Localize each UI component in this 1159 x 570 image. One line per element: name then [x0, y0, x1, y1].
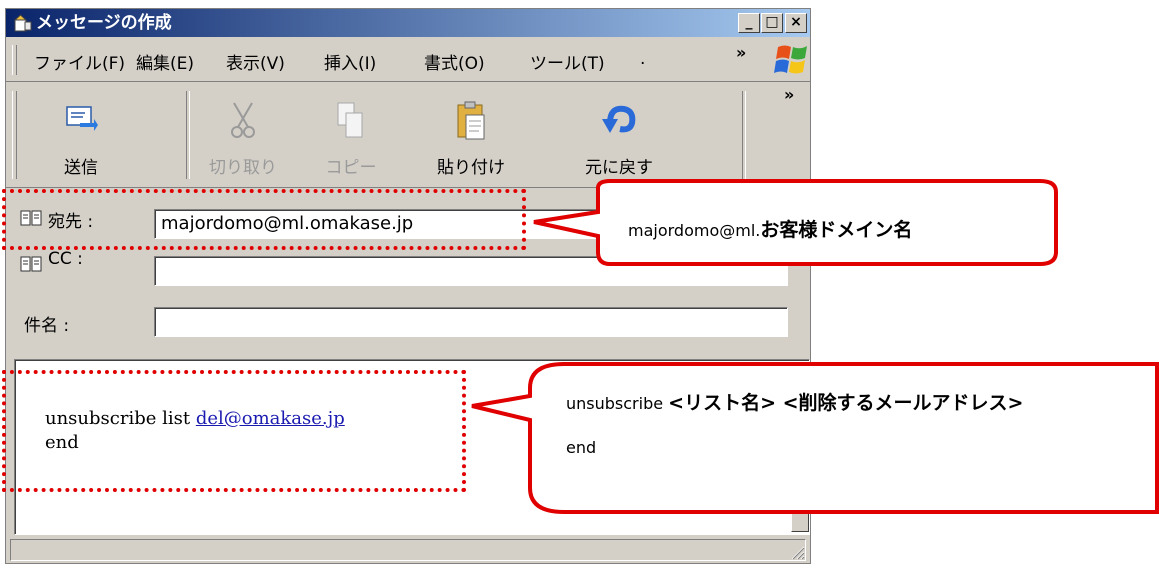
undo-button[interactable]: 元に戻す — [574, 83, 664, 187]
scissors-icon — [231, 102, 255, 138]
address-book-icon — [20, 256, 42, 272]
send-button[interactable]: 送信 — [36, 83, 126, 187]
copy-label: コピー — [325, 158, 377, 178]
toolbar-overflow-chevron[interactable]: » — [784, 85, 794, 104]
copy-button[interactable]: コピー — [306, 83, 396, 187]
toolbar: 送信 切り取り コピー 貼り付け 元に戻す » — [6, 83, 810, 188]
close-button[interactable]: × — [785, 13, 807, 33]
toolbar-separator — [186, 91, 190, 179]
menu-view[interactable]: 表示(V) — [226, 49, 285, 74]
toolbar-grip[interactable] — [12, 91, 17, 179]
maximize-button[interactable]: □ — [761, 13, 783, 33]
to-callout-prefix: majordomo@ml. — [628, 221, 761, 240]
window-title: メッセージの作成 — [36, 13, 172, 33]
paste-label: 貼り付け — [437, 158, 505, 178]
menu-file[interactable]: ファイル(F) — [34, 49, 125, 74]
cut-label: 切り取り — [209, 158, 277, 178]
to-callout-bold: お客様ドメイン名 — [760, 219, 913, 241]
menu-edit[interactable]: 編集(E) — [136, 49, 194, 74]
subject-label: 件名 : — [24, 316, 70, 336]
send-icon — [66, 106, 98, 131]
menu-overflow-chevron[interactable]: » — [736, 43, 746, 62]
body-callout-line-1: unsubscribe <リスト名> <削除するメールアドレス> — [566, 388, 1023, 415]
menu-grip[interactable] — [12, 45, 17, 75]
undo-icon — [602, 105, 636, 133]
menu-trailing-dot: . — [640, 49, 646, 69]
menu-format[interactable]: 書式(O) — [424, 49, 485, 74]
toolbar-separator — [742, 91, 746, 179]
minimize-button[interactable]: _ — [738, 13, 760, 33]
resize-grip-icon[interactable] — [789, 544, 805, 560]
to-highlight-box — [2, 189, 526, 250]
menu-bar: ファイル(F) 編集(E) 表示(V) 挿入(I) 書式(O) ツール(T) .… — [6, 39, 810, 82]
copy-icon — [337, 102, 363, 138]
to-callout-text: majordomo@ml.お客様ドメイン名 — [628, 215, 912, 242]
body-callout-line-2: end — [566, 438, 597, 457]
body-callout-bold: <リスト名> <削除するメールアドレス> — [668, 392, 1024, 414]
menu-insert[interactable]: 挿入(I) — [324, 49, 376, 74]
body-highlight-box — [2, 370, 466, 492]
cc-label[interactable]: CC : — [48, 249, 83, 269]
windows-logo-icon — [774, 41, 810, 79]
send-label: 送信 — [64, 158, 98, 178]
paste-button[interactable]: 貼り付け — [426, 83, 516, 187]
undo-label: 元に戻す — [585, 158, 653, 178]
paste-icon — [457, 101, 485, 140]
message-icon — [14, 14, 32, 32]
title-bar[interactable]: メッセージの作成 _ □ × — [6, 9, 810, 37]
menu-tools[interactable]: ツール(T) — [530, 49, 605, 74]
subject-field[interactable] — [154, 307, 788, 337]
body-callout-prefix: unsubscribe — [566, 394, 669, 413]
status-bar — [10, 539, 806, 561]
cut-button[interactable]: 切り取り — [198, 83, 288, 187]
